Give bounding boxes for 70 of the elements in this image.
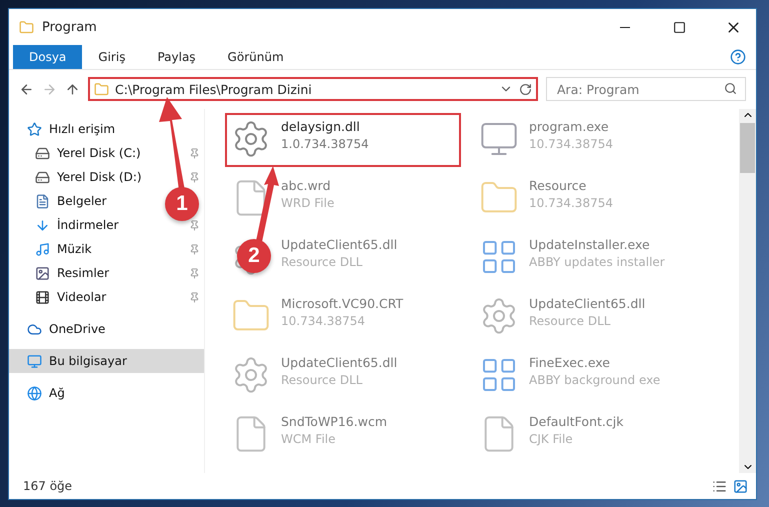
file-detail: ABBY updates installer xyxy=(529,255,665,269)
file-detail: 10.734.38754 xyxy=(529,137,613,151)
picture-icon xyxy=(35,266,50,280)
scrollbar[interactable] xyxy=(739,109,756,473)
minimize-icon xyxy=(620,26,630,28)
file-name[interactable]: Resource xyxy=(529,178,613,193)
download-icon xyxy=(35,218,50,232)
cloud-icon xyxy=(27,322,42,336)
step-badge: 2 xyxy=(237,239,271,273)
file-detail: 1.0.734.38754 xyxy=(281,137,369,151)
ribbon-tab[interactable]: Giriş xyxy=(82,45,142,69)
ribbon-tab[interactable]: Görünüm xyxy=(212,45,300,69)
drive-icon xyxy=(35,146,50,160)
search-icon xyxy=(724,82,737,95)
file-name[interactable]: UpdateClient65.dll xyxy=(281,355,398,370)
folder-icon xyxy=(94,82,109,96)
file-detail: WCM File xyxy=(281,432,336,446)
sidebar-item[interactable]: Yerel Disk (C:) xyxy=(9,141,159,165)
music-icon xyxy=(35,242,50,256)
sidebar-item[interactable]: Belgeler xyxy=(9,189,159,213)
step-badge: 1 xyxy=(165,187,199,221)
scroll-thumb[interactable] xyxy=(740,123,755,173)
sidebar-item[interactable]: Yerel Disk (D:) xyxy=(9,165,159,189)
file-detail: ABBY background exe xyxy=(529,373,660,387)
item-count: 167 öğe xyxy=(23,479,74,493)
sidebar-item[interactable]: Hızlı erişim xyxy=(9,117,204,141)
file-name[interactable]: UpdateClient65.dll xyxy=(281,237,398,252)
highlighted-file-item[interactable]: delaysign.dll 1.0.734.38754 xyxy=(225,113,461,167)
sidebar-item[interactable]: İndirmeler xyxy=(9,213,159,237)
sidebar-item[interactable]: Bu bilgisayar xyxy=(9,349,204,373)
network-icon xyxy=(27,386,42,400)
folder-icon xyxy=(19,20,34,34)
up-icon[interactable] xyxy=(65,82,80,96)
file-name[interactable]: DefaultFont.cjk xyxy=(529,414,624,429)
ribbon-tab[interactable]: Paylaş xyxy=(141,45,212,69)
back-icon[interactable] xyxy=(19,82,34,96)
file-name[interactable]: SndToWP16.wcm xyxy=(281,414,387,429)
search-field[interactable]: Ara: Program xyxy=(546,77,746,101)
file-name[interactable]: FineExec.exe xyxy=(529,355,660,370)
sidebar-item[interactable]: Videolar xyxy=(9,285,159,309)
file-name[interactable]: UpdateInstaller.exe xyxy=(529,237,665,252)
file-name[interactable]: delaysign.dll xyxy=(281,119,369,134)
help-icon[interactable] xyxy=(730,49,746,65)
drive-icon xyxy=(35,170,50,184)
document-icon xyxy=(35,194,50,208)
sidebar-item[interactable]: Müzik xyxy=(9,237,159,261)
details-view-icon[interactable] xyxy=(712,478,727,494)
file-name[interactable]: UpdateClient65.dll xyxy=(529,296,646,311)
file-detail: 10.734.38754 xyxy=(281,314,366,328)
file-detail: CJK File xyxy=(529,432,574,446)
sidebar-item[interactable]: Resimler xyxy=(9,261,159,285)
refresh-icon[interactable] xyxy=(519,82,532,96)
sidebar-item[interactable]: Ağ xyxy=(9,381,204,405)
maximize-icon xyxy=(672,20,686,34)
file-detail: Resource DLL xyxy=(529,314,612,328)
film-icon xyxy=(35,290,50,304)
window-title: Program xyxy=(42,20,98,34)
file-name[interactable]: abc.wrd xyxy=(281,178,334,193)
file-name[interactable]: program.exe xyxy=(529,119,613,134)
address-bar[interactable]: C:\Program Files\Program Dizini xyxy=(88,77,538,101)
ribbon-tab[interactable]: Dosya xyxy=(13,45,82,69)
sidebar-item[interactable]: OneDrive xyxy=(9,317,204,341)
file-detail: Resource DLL xyxy=(281,373,364,387)
file-name[interactable]: Microsoft.VC90.CRT xyxy=(281,296,404,311)
star-icon xyxy=(27,122,42,136)
file-detail: 10.734.38754 xyxy=(529,196,613,210)
file-detail: WRD File xyxy=(281,196,334,210)
monitor-icon xyxy=(27,354,42,368)
file-detail: Resource DLL xyxy=(281,255,364,269)
thumbnail-view-icon[interactable] xyxy=(733,478,748,494)
